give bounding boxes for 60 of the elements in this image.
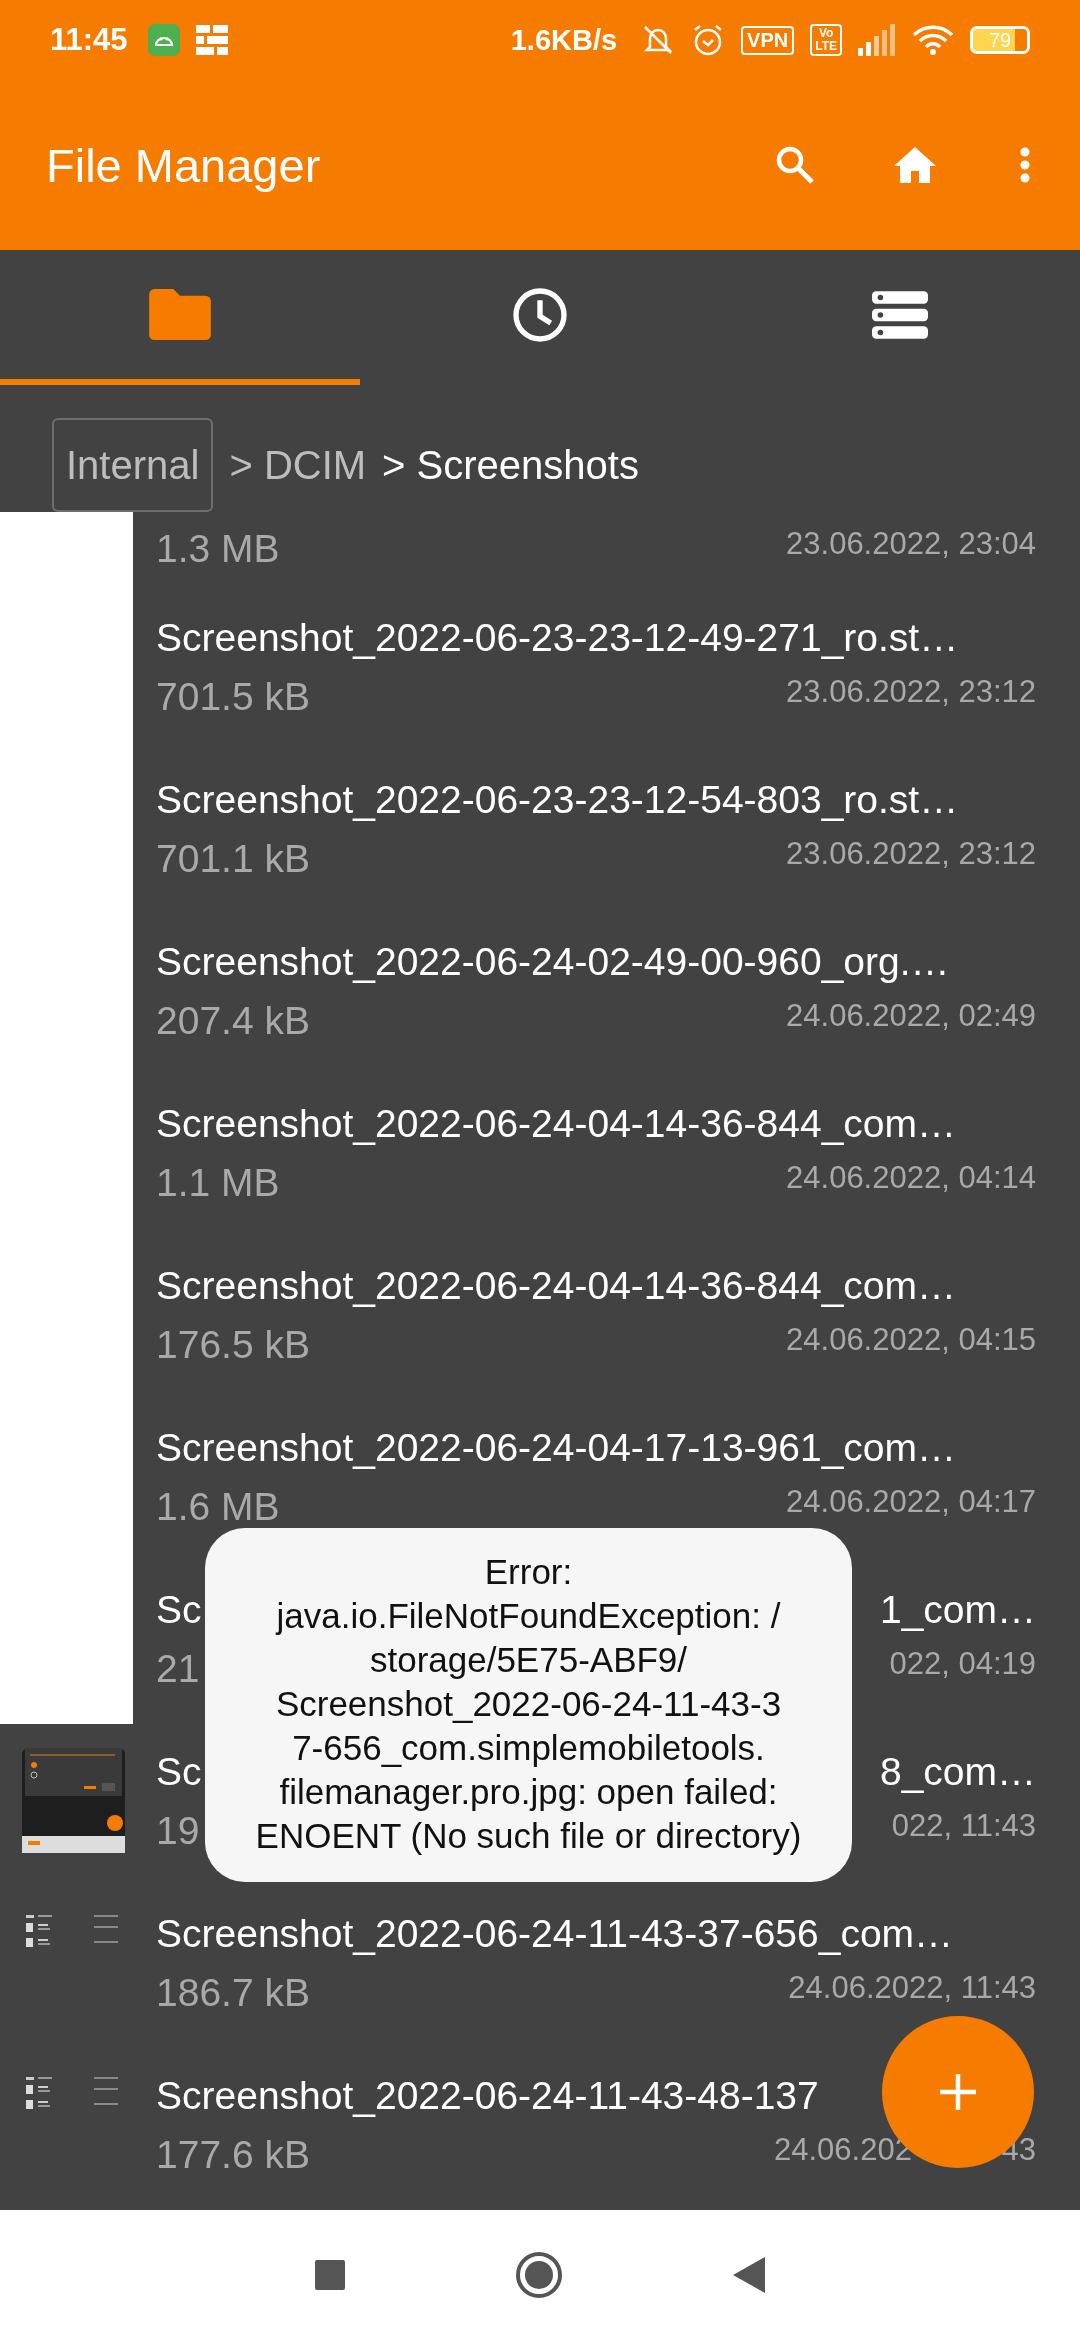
breadcrumb[interactable]: Internal xyxy=(52,418,214,512)
error-toast: Error: java.io.FileNotFoundException: / storage/5E75-ABF9/ Screenshot_2022-06-24-11-43-3 7-656_com.simplemobiletools. filemanager.pro.jpg: open failed: ENOENT (No such file or directory) xyxy=(205,1528,852,1882)
file-name: 8_com… xyxy=(879,1749,1036,1795)
file-name: Sc xyxy=(156,1587,202,1633)
file-size: 21 xyxy=(156,1647,200,1691)
more-icon xyxy=(1020,147,1030,183)
file-date: 24.06.2022, 04:15 xyxy=(786,1322,1036,1358)
circle-icon xyxy=(515,2251,563,2299)
network-speed: 1.6KB/s xyxy=(510,23,618,57)
file-size: 176.5 kB xyxy=(156,1323,310,1367)
file-date: 022, 04:19 xyxy=(889,1646,1036,1682)
file-name: Sc xyxy=(156,1749,202,1795)
file-name: Screenshot_2022-06-23-23-12-49-271_ro.st… xyxy=(156,615,960,661)
search-icon xyxy=(775,145,815,185)
file-size: 1.6 MB xyxy=(156,1485,280,1529)
plus-icon xyxy=(938,2072,978,2112)
file-date: 24.06.202 xyxy=(774,2132,912,2168)
file-size: 186.7 kB xyxy=(156,1971,310,2015)
app-title: File Manager xyxy=(46,137,322,193)
file-size: 701.1 kB xyxy=(156,837,310,881)
signal-icon xyxy=(858,24,896,56)
file-date: 23.06.2022, 23:04 xyxy=(786,526,1036,562)
wifi-icon xyxy=(912,24,954,56)
file-size: 177.6 kB xyxy=(156,2133,310,2177)
file-date: 24.06.2022, 11:43 xyxy=(788,1970,1036,2006)
file-name: Screenshot_2022-06-24-11-43-48-137 xyxy=(156,2073,819,2119)
battery-indicator: 79 xyxy=(970,26,1030,54)
storage-icon xyxy=(872,290,928,339)
file-name: Screenshot_2022-06-24-11-43-37-656_com… xyxy=(156,1911,955,1957)
file-name: 1_com… xyxy=(879,1587,1036,1633)
file-name: Screenshot_2022-06-24-04-14-36-844_com… xyxy=(156,1263,957,1309)
file-size: 1.1 MB xyxy=(156,1161,280,1205)
clock-time: 11:45 xyxy=(50,22,128,58)
triangle-icon xyxy=(733,2257,765,2293)
home-nav-button[interactable] xyxy=(515,2251,563,2299)
breadcrumb[interactable]: > Screenshots xyxy=(382,442,639,488)
file-date: 24.06.2022, 04:17 xyxy=(786,1484,1036,1520)
file-date: 23.06.2022, 23:12 xyxy=(786,836,1036,872)
robot-app-icon xyxy=(147,24,180,56)
square-icon xyxy=(315,2260,345,2290)
volte-indicator: Vo LTE xyxy=(810,24,842,56)
brick-wall-icon xyxy=(195,25,228,55)
clock-icon xyxy=(512,286,568,343)
breadcrumb[interactable]: > DCIM xyxy=(229,442,367,488)
folder-icon xyxy=(149,289,211,340)
file-size: 207.4 kB xyxy=(156,999,310,1043)
file-date: 24.06.2022, 02:49 xyxy=(786,998,1036,1034)
file-date: 23.06.2022, 23:12 xyxy=(786,674,1036,710)
file-name: Screenshot_2022-06-24-04-17-13-961_com… xyxy=(156,1425,957,1471)
back-button[interactable] xyxy=(733,2257,765,2293)
file-name: Screenshot_2022-06-23-23-12-54-803_ro.st… xyxy=(156,777,960,823)
home-icon xyxy=(894,147,936,183)
file-date: 24.06.2022, 04:14 xyxy=(786,1160,1036,1196)
vpn-indicator: VPN xyxy=(741,25,795,55)
file-size: 19 xyxy=(156,1809,200,1853)
file-size: 1.3 MB xyxy=(156,527,280,571)
file-size: 701.5 kB xyxy=(156,675,310,719)
file-name: Screenshot_2022-06-24-02-49-00-960_org.… xyxy=(156,939,951,985)
file-name: Screenshot_2022-06-24-04-14-36-844_com… xyxy=(156,1101,957,1147)
file-date: 022, 11:43 xyxy=(891,1808,1036,1844)
